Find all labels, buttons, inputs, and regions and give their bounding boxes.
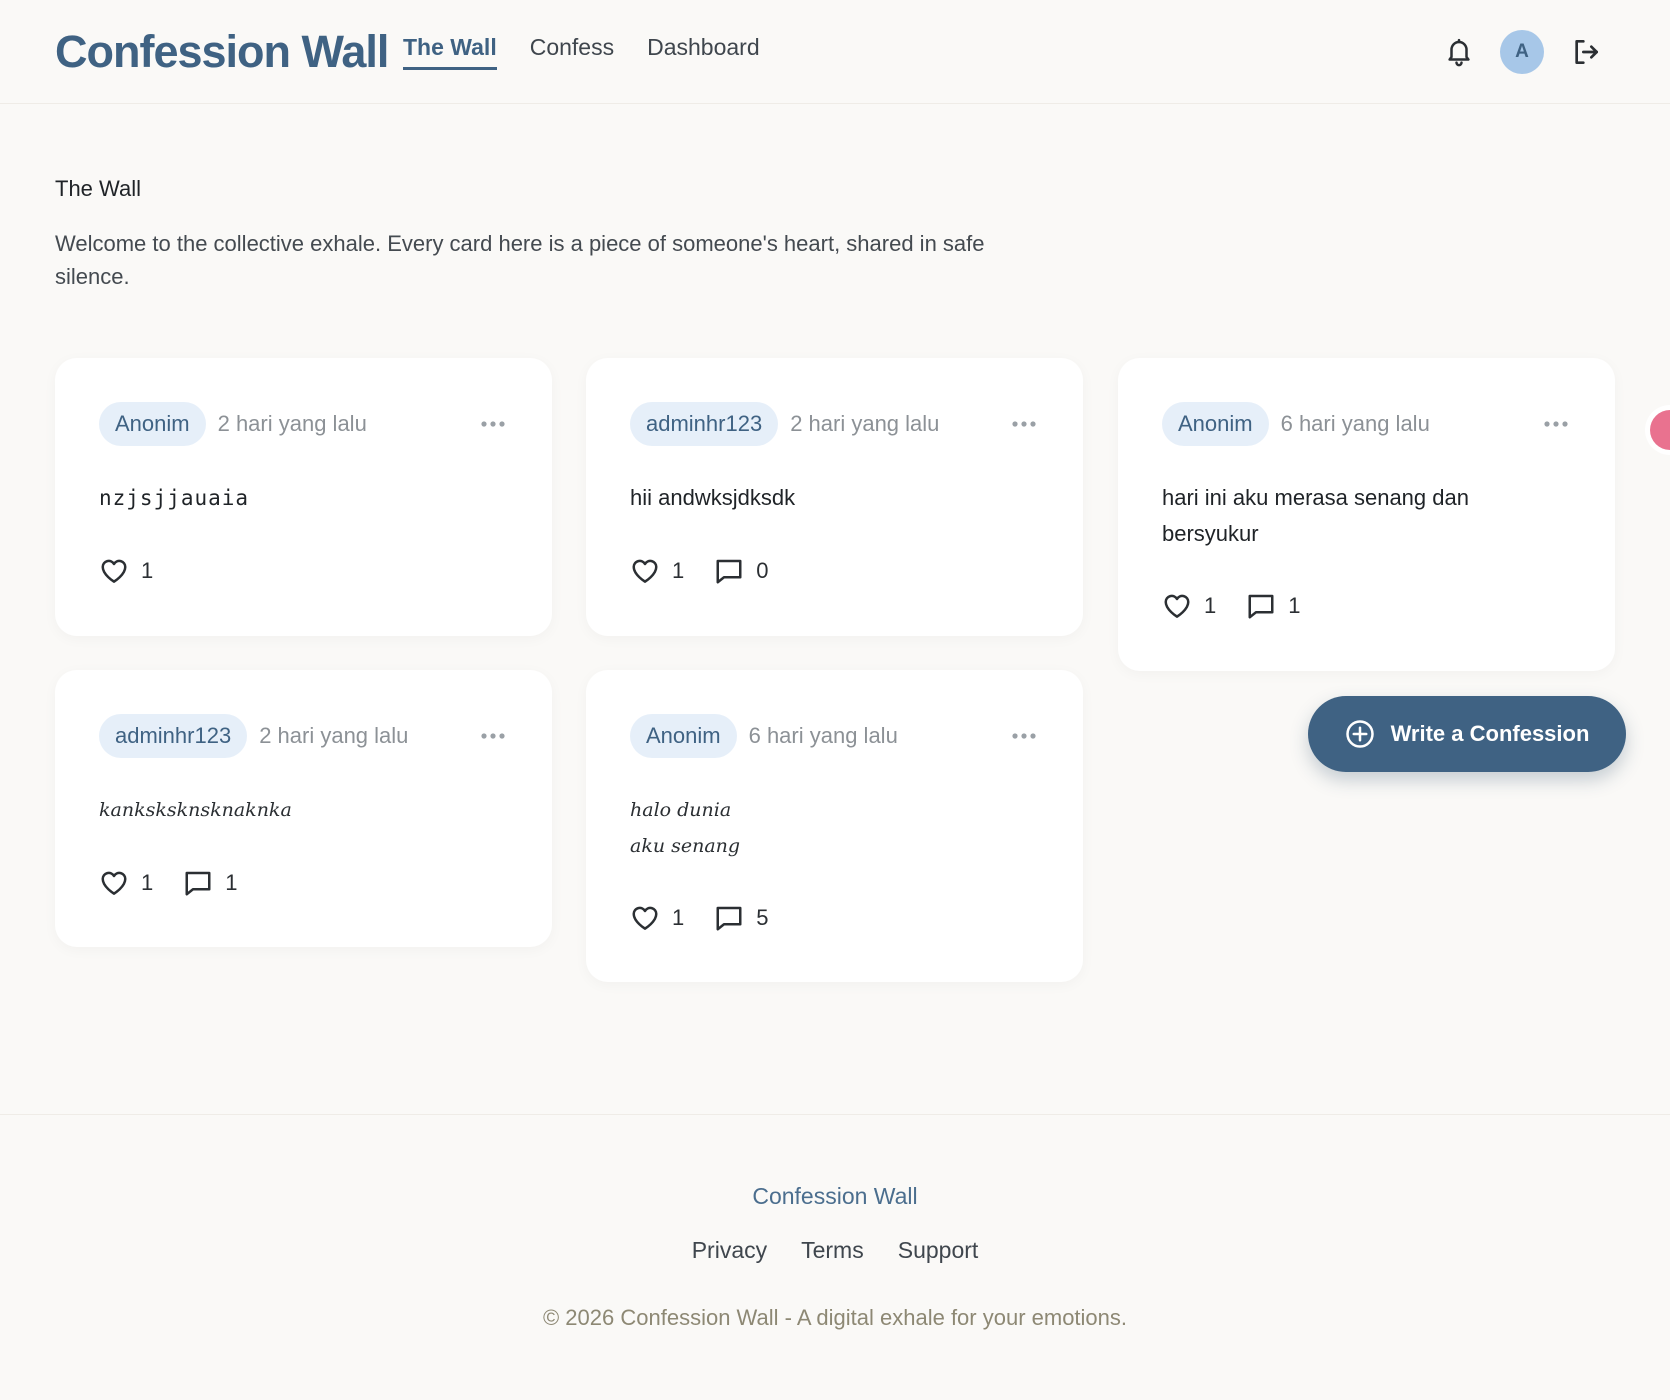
comment-button[interactable]: 5 [714,903,769,933]
footer-link-support[interactable]: Support [898,1237,979,1264]
plus-circle-icon [1345,720,1374,748]
comment-button[interactable]: 1 [183,868,238,898]
author-badge[interactable]: adminhr123 [99,714,248,758]
comment-button[interactable]: 0 [714,556,769,586]
like-count: 1 [1204,593,1217,618]
timestamp: 6 hari yang lalu [1280,411,1430,436]
like-count: 1 [672,558,685,583]
comment-count: 1 [1288,593,1301,618]
like-button[interactable]: 1 [630,903,684,933]
nav-dashboard[interactable]: Dashboard [647,34,760,70]
page-title: The Wall [55,176,141,201]
heart-icon [101,559,127,583]
confession-text: nzjsjjauaia [99,486,250,510]
like-count: 1 [141,558,154,583]
like-button[interactable]: 1 [1162,591,1216,621]
comment-count: 1 [225,870,238,895]
comment-icon [716,559,742,584]
footer: Confession Wall Privacy Terms Support © … [0,1114,1670,1400]
confession-text: hii andwksjdksdk [630,485,796,510]
page-description: Welcome to the collective exhale. Every … [55,231,985,289]
confession-card: Anonim 2 hari yang lalu nzjsjjauaia 1 [55,358,552,636]
write-confession-button[interactable]: Write a Confession [1308,696,1626,772]
heart-icon [1164,594,1190,618]
confession-card: Anonim 6 hari yang lalu hari ini aku mer… [1118,358,1615,671]
footer-brand: Confession Wall [752,1183,918,1209]
confession-card: Anonim 6 hari yang lalu halo dunia aku s… [586,670,1083,982]
comment-count: 0 [756,558,769,583]
write-confession-label: Write a Confession [1390,721,1590,746]
heart-icon [101,871,127,895]
comment-count: 5 [756,905,769,930]
timestamp: 2 hari yang lalu [217,411,367,436]
copyright: © 2026 Confession Wall - A digital exhal… [542,1305,1128,1330]
timestamp: 2 hari yang lalu [790,411,940,436]
nav-confess[interactable]: Confess [530,34,614,70]
author-badge[interactable]: adminhr123 [630,402,779,446]
top-navbar: Confession Wall The Wall Confess Dashboa… [0,0,1670,104]
confession-text: kanksksknsknaknka [99,799,292,821]
confession-card: adminhr123 2 hari yang lalu hii andwksjd… [586,358,1083,636]
timestamp: 2 hari yang lalu [259,723,409,748]
footer-links: Privacy Terms Support [0,1237,1670,1264]
comment-icon [1248,594,1274,619]
more-options-icon[interactable] [1011,420,1037,428]
footer-link-privacy[interactable]: Privacy [692,1237,767,1264]
brand-logo[interactable]: Confession Wall [55,26,389,78]
confession-text: halo dunia aku senang [630,799,741,857]
like-button[interactable]: 1 [99,868,153,898]
heart-icon [632,906,658,930]
author-badge[interactable]: Anonim [1162,402,1269,446]
author-badge[interactable]: Anonim [630,714,737,758]
like-button[interactable]: 1 [99,556,153,586]
more-options-icon[interactable] [480,420,506,428]
more-options-icon[interactable] [1543,420,1569,428]
heart-icon [632,559,658,583]
confession-card: adminhr123 2 hari yang lalu kanksksknskn… [55,670,552,947]
logout-icon[interactable] [1570,36,1602,68]
bell-icon[interactable] [1444,36,1474,68]
avatar[interactable]: A [1500,30,1544,74]
author-badge[interactable]: Anonim [99,402,206,446]
like-button[interactable]: 1 [630,556,684,586]
timestamp: 6 hari yang lalu [748,723,898,748]
confession-text: hari ini aku merasa senang dan bersyukur [1162,485,1469,546]
more-options-icon[interactable] [1011,732,1037,740]
comment-icon [185,871,211,896]
more-options-icon[interactable] [480,732,506,740]
main-nav: The Wall Confess Dashboard [403,34,793,70]
floating-widget-icon[interactable] [1650,410,1670,450]
like-count: 1 [672,905,685,930]
comment-icon [716,906,742,931]
footer-link-terms[interactable]: Terms [801,1237,864,1264]
nav-the-wall[interactable]: The Wall [403,34,497,70]
like-count: 1 [141,870,154,895]
comment-button[interactable]: 1 [1246,591,1301,621]
